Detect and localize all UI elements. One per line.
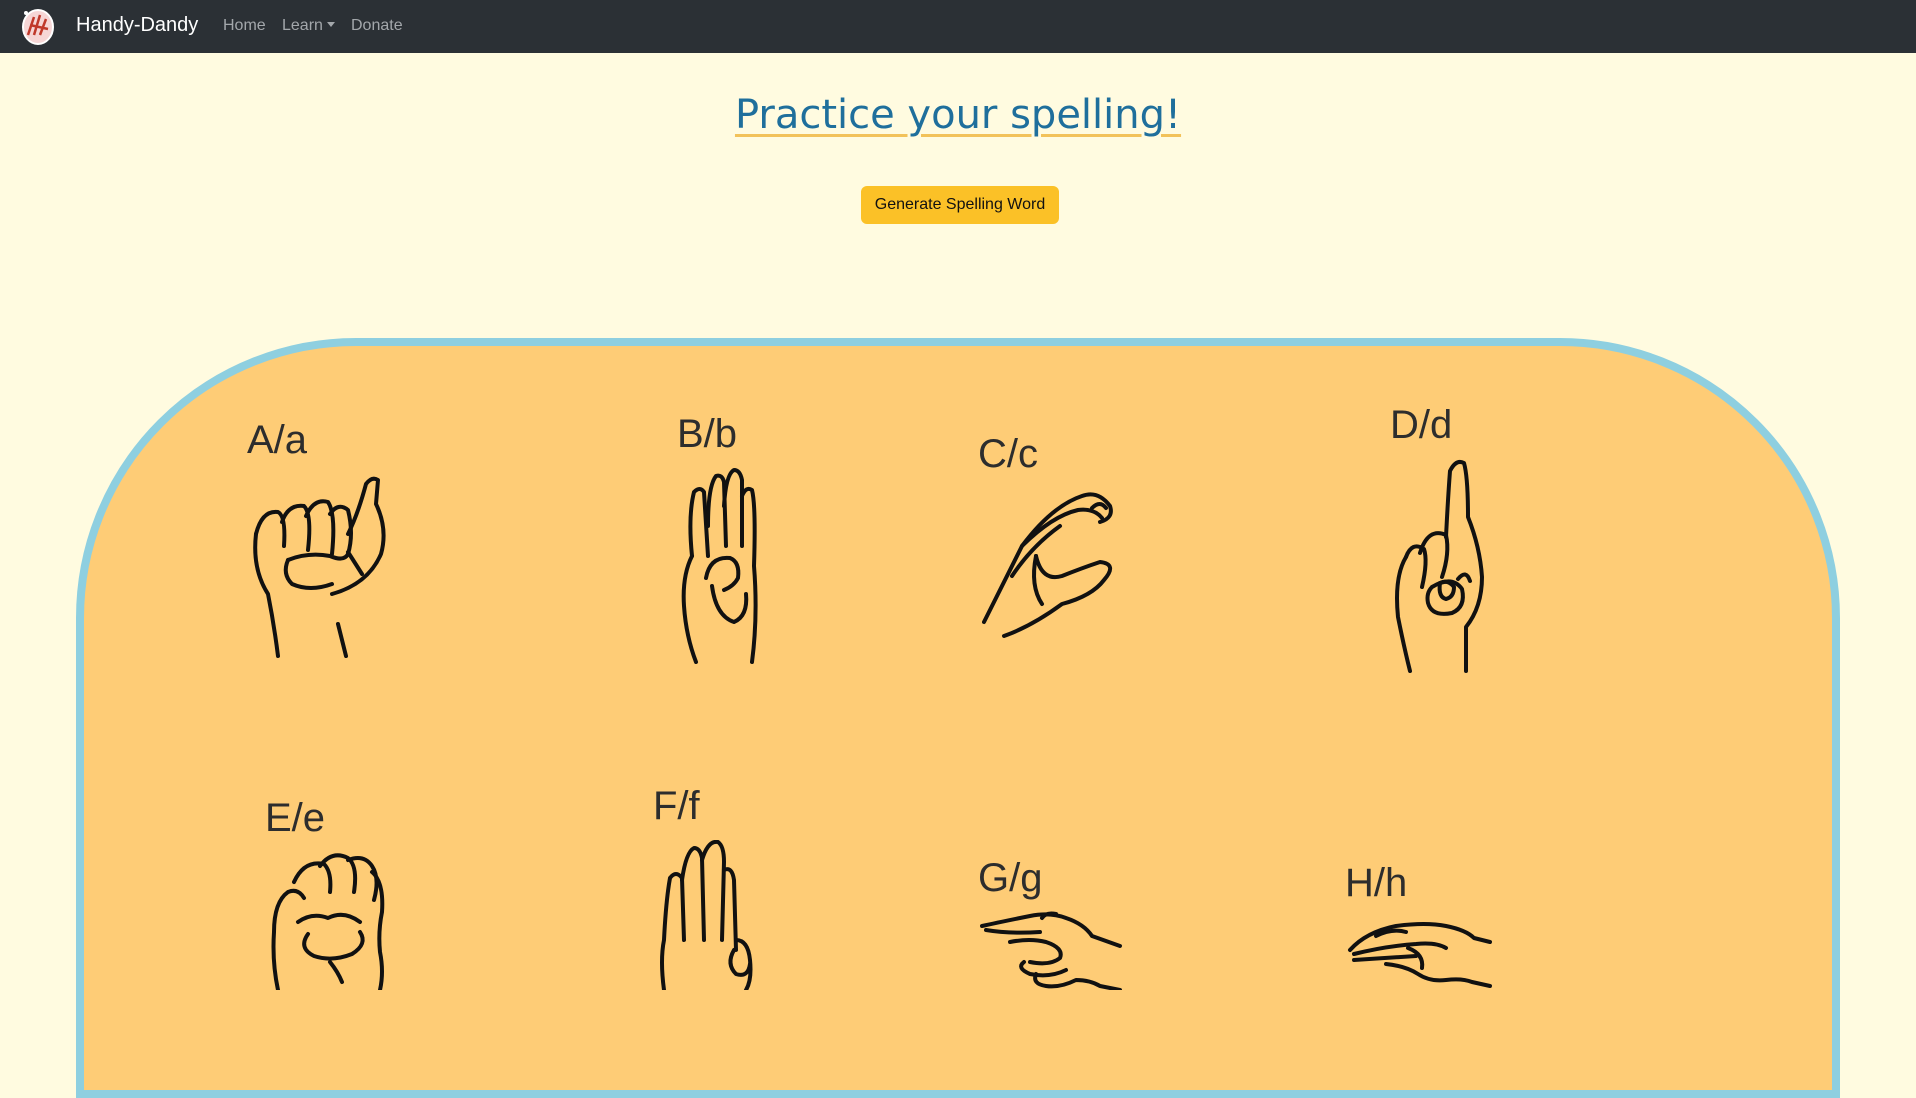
letter-label-e: E/e [265, 796, 326, 840]
page-title: Practice your spelling! [0, 88, 1916, 142]
asl-a-hand-icon [248, 474, 390, 659]
letter-label-d: D/d [1390, 403, 1453, 447]
letter-label-a: A/a [247, 418, 308, 462]
asl-d-hand-icon [1392, 457, 1494, 673]
letter-label-f: F/f [653, 784, 700, 828]
asl-e-hand-icon [268, 852, 392, 992]
letter-label-g: G/g [978, 856, 1043, 900]
hands-logo-icon[interactable] [18, 5, 58, 47]
nav-donate-link[interactable]: Donate [351, 16, 403, 36]
asl-b-hand-icon [676, 466, 764, 664]
letter-label-c: C/c [978, 432, 1038, 476]
nav-home-link[interactable]: Home [223, 16, 266, 36]
asl-h-hand-icon [1346, 914, 1492, 990]
brand-name-link[interactable]: Handy-Dandy [76, 12, 198, 38]
asl-g-hand-icon [980, 908, 1124, 992]
letter-label-b: B/b [677, 412, 738, 456]
generate-spelling-word-button[interactable]: Generate Spelling Word [861, 186, 1059, 224]
nav-learn-dropdown[interactable]: Learn [282, 16, 335, 36]
asl-f-hand-icon [656, 839, 760, 992]
navbar: Handy-Dandy Home Learn Donate [0, 0, 1916, 53]
nav-learn-label: Learn [282, 17, 323, 34]
caret-down-icon [326, 22, 335, 27]
asl-c-hand-icon [982, 486, 1126, 646]
page-title-text: Practice your spelling! [734, 92, 1182, 138]
letter-label-h: H/h [1345, 861, 1408, 905]
